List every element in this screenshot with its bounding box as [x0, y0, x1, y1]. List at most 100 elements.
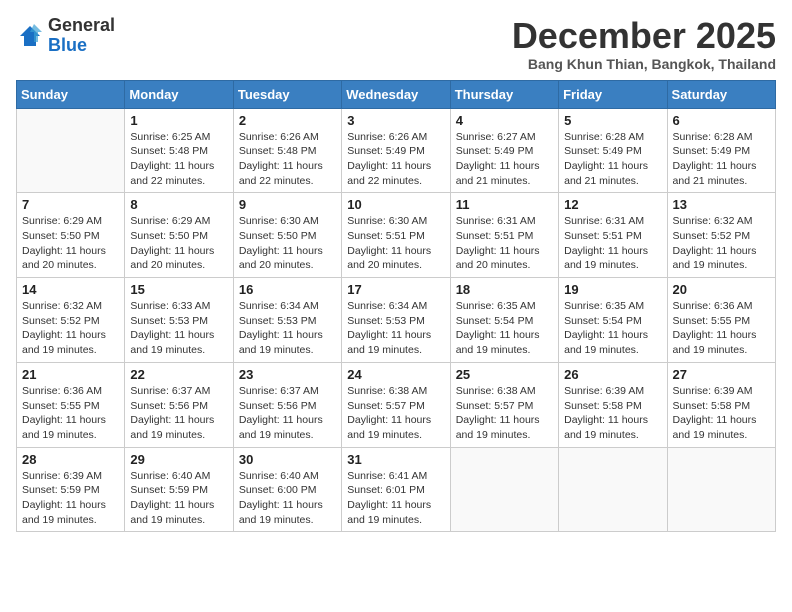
calendar-cell: 13 Sunrise: 6:32 AMSunset: 5:52 PMDayligh… [667, 193, 775, 278]
day-number: 29 [130, 452, 227, 467]
calendar-week-row: 1 Sunrise: 6:25 AMSunset: 5:48 PMDaylight… [17, 108, 776, 193]
day-number: 30 [239, 452, 336, 467]
day-number: 13 [673, 197, 770, 212]
day-info: Sunrise: 6:28 AMSunset: 5:49 PMDaylight:… [564, 130, 661, 189]
day-info: Sunrise: 6:34 AMSunset: 5:53 PMDaylight:… [347, 299, 444, 358]
day-info: Sunrise: 6:26 AMSunset: 5:48 PMDaylight:… [239, 130, 336, 189]
calendar-cell: 26 Sunrise: 6:39 AMSunset: 5:58 PMDayligh… [559, 362, 667, 447]
calendar-cell: 11 Sunrise: 6:31 AMSunset: 5:51 PMDayligh… [450, 193, 558, 278]
day-info: Sunrise: 6:34 AMSunset: 5:53 PMDaylight:… [239, 299, 336, 358]
day-info: Sunrise: 6:35 AMSunset: 5:54 PMDaylight:… [564, 299, 661, 358]
calendar-cell [17, 108, 125, 193]
calendar-cell: 22 Sunrise: 6:37 AMSunset: 5:56 PMDayligh… [125, 362, 233, 447]
calendar-cell: 29 Sunrise: 6:40 AMSunset: 5:59 PMDayligh… [125, 447, 233, 532]
day-number: 23 [239, 367, 336, 382]
day-info: Sunrise: 6:36 AMSunset: 5:55 PMDaylight:… [22, 384, 119, 443]
calendar-week-row: 21 Sunrise: 6:36 AMSunset: 5:55 PMDayligh… [17, 362, 776, 447]
calendar-cell: 27 Sunrise: 6:39 AMSunset: 5:58 PMDayligh… [667, 362, 775, 447]
calendar-cell: 23Sunrise: 6:37 AMSunset: 5:56 PMDayligh… [233, 362, 341, 447]
calendar-cell: 31 Sunrise: 6:41 AMSunset: 6:01 PMDayligh… [342, 447, 450, 532]
day-info: Sunrise: 6:26 AMSunset: 5:49 PMDaylight:… [347, 130, 444, 189]
day-number: 27 [673, 367, 770, 382]
calendar-cell: 14Sunrise: 6:32 AMSunset: 5:52 PMDayligh… [17, 278, 125, 363]
day-info: Sunrise: 6:40 AMSunset: 5:59 PMDaylight:… [130, 469, 227, 528]
day-number: 17 [347, 282, 444, 297]
logo-text: General Blue [48, 16, 115, 56]
day-number: 31 [347, 452, 444, 467]
calendar-cell: 2 Sunrise: 6:26 AMSunset: 5:48 PMDaylight… [233, 108, 341, 193]
day-number: 9 [239, 197, 336, 212]
logo: General Blue [16, 16, 115, 56]
day-info: Sunrise: 6:25 AMSunset: 5:48 PMDaylight:… [130, 130, 227, 189]
calendar-cell: 8Sunrise: 6:29 AMSunset: 5:50 PMDaylight… [125, 193, 233, 278]
calendar-cell [559, 447, 667, 532]
day-info: Sunrise: 6:40 AMSunset: 6:00 PMDaylight:… [239, 469, 336, 528]
calendar-cell: 30 Sunrise: 6:40 AMSunset: 6:00 PMDayligh… [233, 447, 341, 532]
day-info: Sunrise: 6:38 AMSunset: 5:57 PMDaylight:… [456, 384, 553, 443]
calendar-cell: 12 Sunrise: 6:31 AMSunset: 5:51 PMDayligh… [559, 193, 667, 278]
day-number: 24 [347, 367, 444, 382]
day-info: Sunrise: 6:35 AMSunset: 5:54 PMDaylight:… [456, 299, 553, 358]
calendar-week-row: 7 Sunrise: 6:29 AMSunset: 5:50 PMDaylight… [17, 193, 776, 278]
calendar-cell: 4Sunrise: 6:27 AMSunset: 5:49 PMDaylight… [450, 108, 558, 193]
day-info: Sunrise: 6:37 AMSunset: 5:56 PMDaylight:… [130, 384, 227, 443]
calendar-cell: 15 Sunrise: 6:33 AMSunset: 5:53 PMDayligh… [125, 278, 233, 363]
day-info: Sunrise: 6:30 AMSunset: 5:50 PMDaylight:… [239, 214, 336, 273]
calendar-cell: 16 Sunrise: 6:34 AMSunset: 5:53 PMDayligh… [233, 278, 341, 363]
day-number: 21 [22, 367, 119, 382]
day-number: 18 [456, 282, 553, 297]
calendar-cell: 20 Sunrise: 6:36 AMSunset: 5:55 PMDayligh… [667, 278, 775, 363]
day-number: 12 [564, 197, 661, 212]
day-info: Sunrise: 6:29 AMSunset: 5:50 PMDaylight:… [130, 214, 227, 273]
weekday-header-monday: Monday [125, 80, 233, 108]
calendar-cell: 6Sunrise: 6:28 AMSunset: 5:49 PMDaylight… [667, 108, 775, 193]
day-number: 2 [239, 113, 336, 128]
day-number: 26 [564, 367, 661, 382]
day-info: Sunrise: 6:29 AMSunset: 5:50 PMDaylight:… [22, 214, 119, 273]
day-number: 5 [564, 113, 661, 128]
calendar-week-row: 28Sunrise: 6:39 AMSunset: 5:59 PMDayligh… [17, 447, 776, 532]
weekday-header-saturday: Saturday [667, 80, 775, 108]
calendar-cell: 21 Sunrise: 6:36 AMSunset: 5:55 PMDayligh… [17, 362, 125, 447]
day-number: 16 [239, 282, 336, 297]
logo-blue-text: Blue [48, 35, 87, 55]
calendar-cell: 25 Sunrise: 6:38 AMSunset: 5:57 PMDayligh… [450, 362, 558, 447]
logo-general-text: General [48, 15, 115, 35]
month-title: December 2025 [512, 16, 776, 56]
day-number: 22 [130, 367, 227, 382]
day-info: Sunrise: 6:32 AMSunset: 5:52 PMDaylight:… [673, 214, 770, 273]
calendar-week-row: 14Sunrise: 6:32 AMSunset: 5:52 PMDayligh… [17, 278, 776, 363]
day-number: 25 [456, 367, 553, 382]
day-info: Sunrise: 6:38 AMSunset: 5:57 PMDaylight:… [347, 384, 444, 443]
weekday-header-row: SundayMondayTuesdayWednesdayThursdayFrid… [17, 80, 776, 108]
calendar-cell: 3Sunrise: 6:26 AMSunset: 5:49 PMDaylight… [342, 108, 450, 193]
day-info: Sunrise: 6:32 AMSunset: 5:52 PMDaylight:… [22, 299, 119, 358]
day-info: Sunrise: 6:41 AMSunset: 6:01 PMDaylight:… [347, 469, 444, 528]
day-info: Sunrise: 6:31 AMSunset: 5:51 PMDaylight:… [564, 214, 661, 273]
day-info: Sunrise: 6:31 AMSunset: 5:51 PMDaylight:… [456, 214, 553, 273]
day-info: Sunrise: 6:28 AMSunset: 5:49 PMDaylight:… [673, 130, 770, 189]
calendar-cell: 28Sunrise: 6:39 AMSunset: 5:59 PMDayligh… [17, 447, 125, 532]
day-number: 11 [456, 197, 553, 212]
calendar-cell: 18 Sunrise: 6:35 AMSunset: 5:54 PMDayligh… [450, 278, 558, 363]
day-info: Sunrise: 6:39 AMSunset: 5:58 PMDaylight:… [673, 384, 770, 443]
day-number: 19 [564, 282, 661, 297]
calendar-cell: 17 Sunrise: 6:34 AMSunset: 5:53 PMDayligh… [342, 278, 450, 363]
day-info: Sunrise: 6:39 AMSunset: 5:59 PMDaylight:… [22, 469, 119, 528]
day-info: Sunrise: 6:33 AMSunset: 5:53 PMDaylight:… [130, 299, 227, 358]
weekday-header-tuesday: Tuesday [233, 80, 341, 108]
day-info: Sunrise: 6:39 AMSunset: 5:58 PMDaylight:… [564, 384, 661, 443]
weekday-header-wednesday: Wednesday [342, 80, 450, 108]
day-info: Sunrise: 6:27 AMSunset: 5:49 PMDaylight:… [456, 130, 553, 189]
calendar-table: SundayMondayTuesdayWednesdayThursdayFrid… [16, 80, 776, 533]
day-number: 15 [130, 282, 227, 297]
day-number: 20 [673, 282, 770, 297]
calendar-cell: 5 Sunrise: 6:28 AMSunset: 5:49 PMDaylight… [559, 108, 667, 193]
weekday-header-friday: Friday [559, 80, 667, 108]
day-number: 1 [130, 113, 227, 128]
day-number: 7 [22, 197, 119, 212]
calendar-cell: 10Sunrise: 6:30 AMSunset: 5:51 PMDayligh… [342, 193, 450, 278]
day-info: Sunrise: 6:36 AMSunset: 5:55 PMDaylight:… [673, 299, 770, 358]
calendar-cell: 1 Sunrise: 6:25 AMSunset: 5:48 PMDaylight… [125, 108, 233, 193]
calendar-cell: 7 Sunrise: 6:29 AMSunset: 5:50 PMDaylight… [17, 193, 125, 278]
